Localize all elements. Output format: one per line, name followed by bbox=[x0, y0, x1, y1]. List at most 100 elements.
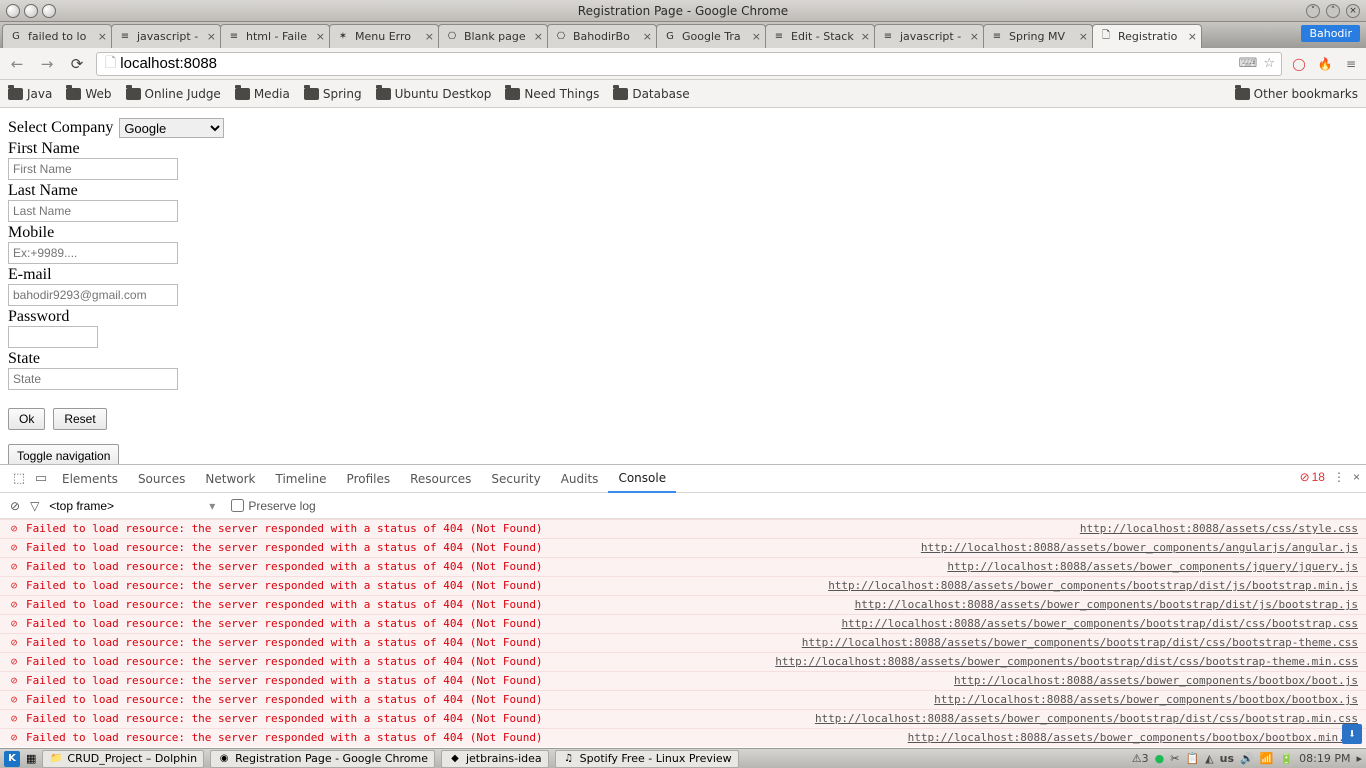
network-icon[interactable]: 📶 bbox=[1260, 752, 1274, 765]
error-source-link[interactable]: http://localhost:8088/assets/bower_compo… bbox=[947, 558, 1358, 576]
notifications-icon[interactable]: ◭ bbox=[1205, 752, 1213, 765]
taskbar-window[interactable]: ◆jetbrains-idea bbox=[441, 750, 549, 768]
browser-tab[interactable]: 🗋Registratio× bbox=[1092, 24, 1202, 48]
taskbar-window[interactable]: ◉Registration Page - Google Chrome bbox=[210, 750, 435, 768]
devtools-tab[interactable]: Console bbox=[608, 465, 676, 493]
user-badge[interactable]: Bahodir bbox=[1301, 25, 1360, 42]
clear-console-icon[interactable]: ⊘ bbox=[10, 499, 20, 513]
clipboard-icon[interactable]: ✂ bbox=[1170, 752, 1179, 765]
volume-icon[interactable]: 🔊 bbox=[1240, 752, 1254, 765]
devtools-tab[interactable]: Timeline bbox=[266, 465, 337, 493]
filter-icon[interactable]: ▽ bbox=[30, 499, 39, 513]
omnibox[interactable]: 🗋 ⌨ ☆ bbox=[96, 52, 1282, 76]
forward-button[interactable]: → bbox=[36, 53, 58, 75]
window-maximize-icon[interactable] bbox=[42, 4, 56, 18]
browser-tab[interactable]: ≡Spring MV× bbox=[983, 24, 1093, 48]
taskbar-window[interactable]: ♫Spotify Free - Linux Preview bbox=[555, 750, 739, 768]
devtools-tab[interactable]: Audits bbox=[551, 465, 609, 493]
toggle-nav-button[interactable]: Toggle navigation bbox=[8, 444, 119, 464]
error-source-link[interactable]: http://localhost:8088/assets/bower_compo… bbox=[828, 577, 1358, 595]
inspect-icon[interactable]: ⬚ bbox=[8, 471, 30, 486]
activity-icon[interactable]: ▦ bbox=[26, 752, 36, 765]
battery-icon[interactable]: 🔋 bbox=[1279, 752, 1293, 765]
clock[interactable]: 08:19 PM bbox=[1299, 752, 1350, 765]
state-input[interactable] bbox=[8, 368, 178, 390]
window-x-icon[interactable]: × bbox=[1346, 4, 1360, 18]
window-close-icon[interactable] bbox=[6, 4, 20, 18]
bookmark-folder[interactable]: Web bbox=[66, 87, 111, 101]
bookmark-folder[interactable]: Spring bbox=[304, 87, 362, 101]
spotify-tray-icon[interactable]: ● bbox=[1155, 752, 1165, 765]
devtools-tab[interactable]: Elements bbox=[52, 465, 128, 493]
devtools-menu-icon[interactable]: ⋮ bbox=[1333, 470, 1345, 484]
close-tab-icon[interactable]: × bbox=[425, 30, 434, 43]
back-button[interactable]: ← bbox=[6, 53, 28, 75]
ok-button[interactable]: Ok bbox=[8, 408, 45, 430]
error-source-link[interactable]: http://localhost:8088/assets/bower_compo… bbox=[841, 615, 1358, 633]
browser-tab[interactable]: ⎔BahodirBo× bbox=[547, 24, 657, 48]
close-tab-icon[interactable]: × bbox=[643, 30, 652, 43]
translate-icon[interactable]: ⌨ bbox=[1239, 56, 1258, 71]
bookmark-folder[interactable]: Need Things bbox=[505, 87, 599, 101]
window-minimize-icon[interactable] bbox=[24, 4, 38, 18]
bookmark-folder[interactable]: Ubuntu Destkop bbox=[376, 87, 492, 101]
devtools-tab[interactable]: Security bbox=[481, 465, 550, 493]
browser-tab[interactable]: ≡Edit - Stack× bbox=[765, 24, 875, 48]
bookmark-folder[interactable]: Online Judge bbox=[126, 87, 221, 101]
star-icon[interactable]: ☆ bbox=[1263, 56, 1275, 71]
error-source-link[interactable]: http://localhost:8088/assets/bower_compo… bbox=[802, 634, 1358, 652]
frame-selector[interactable] bbox=[49, 499, 199, 513]
close-tab-icon[interactable]: × bbox=[861, 30, 870, 43]
company-select[interactable]: Google bbox=[119, 118, 224, 138]
bookmark-folder[interactable]: Media bbox=[235, 87, 290, 101]
password-input[interactable] bbox=[8, 326, 98, 348]
device-icon[interactable]: ▭ bbox=[30, 471, 52, 486]
close-tab-icon[interactable]: × bbox=[98, 30, 107, 43]
error-source-link[interactable]: http://localhost:8088/assets/bower_compo… bbox=[921, 539, 1358, 557]
preserve-log-checkbox[interactable] bbox=[231, 499, 244, 512]
error-source-link[interactable]: http://localhost:8088/assets/css/style.c… bbox=[1080, 520, 1358, 538]
error-count[interactable]: 18 bbox=[1300, 470, 1325, 484]
url-input[interactable] bbox=[120, 55, 1238, 72]
window-max-icon[interactable]: ˄ bbox=[1326, 4, 1340, 18]
devtools-tab[interactable]: Resources bbox=[400, 465, 481, 493]
browser-tab[interactable]: ≡javascript - × bbox=[874, 24, 984, 48]
close-tab-icon[interactable]: × bbox=[1188, 30, 1197, 43]
browser-tab[interactable]: ≡javascript - × bbox=[111, 24, 221, 48]
browser-tab[interactable]: GGoogle Tra× bbox=[656, 24, 766, 48]
keyboard-layout[interactable]: us bbox=[1220, 752, 1234, 765]
window-min-icon[interactable]: ˅ bbox=[1306, 4, 1320, 18]
browser-tab[interactable]: ≡html - Faile× bbox=[220, 24, 330, 48]
close-tab-icon[interactable]: × bbox=[1079, 30, 1088, 43]
extension-icon[interactable]: 🔥 bbox=[1316, 55, 1334, 73]
frame-dropdown-icon[interactable]: ▾ bbox=[209, 499, 215, 513]
error-source-link[interactable]: http://localhost:8088/assets/bower_compo… bbox=[855, 596, 1358, 614]
mobile-input[interactable] bbox=[8, 242, 178, 264]
email-input[interactable] bbox=[8, 284, 178, 306]
close-tab-icon[interactable]: × bbox=[970, 30, 979, 43]
close-tab-icon[interactable]: × bbox=[534, 30, 543, 43]
close-tab-icon[interactable]: × bbox=[752, 30, 761, 43]
reset-button[interactable]: Reset bbox=[53, 408, 106, 430]
menu-icon[interactable]: ≡ bbox=[1342, 55, 1360, 73]
browser-tab[interactable]: ✶Menu Erro× bbox=[329, 24, 439, 48]
error-source-link[interactable]: http://localhost:8088/assets/bower_compo… bbox=[815, 710, 1358, 728]
first-name-input[interactable] bbox=[8, 158, 178, 180]
close-tab-icon[interactable]: × bbox=[316, 30, 325, 43]
reload-button[interactable]: ⟳ bbox=[66, 53, 88, 75]
devtools-tab[interactable]: Network bbox=[195, 465, 265, 493]
taskbar-window[interactable]: 📁CRUD_Project – Dolphin bbox=[42, 750, 204, 768]
error-source-link[interactable]: http://localhost:8088/assets/bower_compo… bbox=[934, 691, 1358, 709]
bookmark-folder[interactable]: Java bbox=[8, 87, 52, 101]
devtools-tab[interactable]: Sources bbox=[128, 465, 195, 493]
error-source-link[interactable]: http://localhost:8088/assets/bower_compo… bbox=[908, 729, 1358, 747]
error-source-link[interactable]: http://localhost:8088/assets/bower_compo… bbox=[954, 672, 1358, 690]
error-source-link[interactable]: http://localhost:8088/assets/bower_compo… bbox=[775, 653, 1358, 671]
scroll-down-icon[interactable]: ⬇ bbox=[1342, 724, 1362, 744]
browser-tab[interactable]: ⎔Blank page× bbox=[438, 24, 548, 48]
devtools-tab[interactable]: Profiles bbox=[337, 465, 401, 493]
klipper-icon[interactable]: 📋 bbox=[1185, 752, 1199, 765]
opera-icon[interactable]: ◯ bbox=[1290, 55, 1308, 73]
other-bookmarks[interactable]: Other bookmarks bbox=[1235, 87, 1358, 101]
tray-expand-icon[interactable]: ▸ bbox=[1356, 752, 1362, 765]
